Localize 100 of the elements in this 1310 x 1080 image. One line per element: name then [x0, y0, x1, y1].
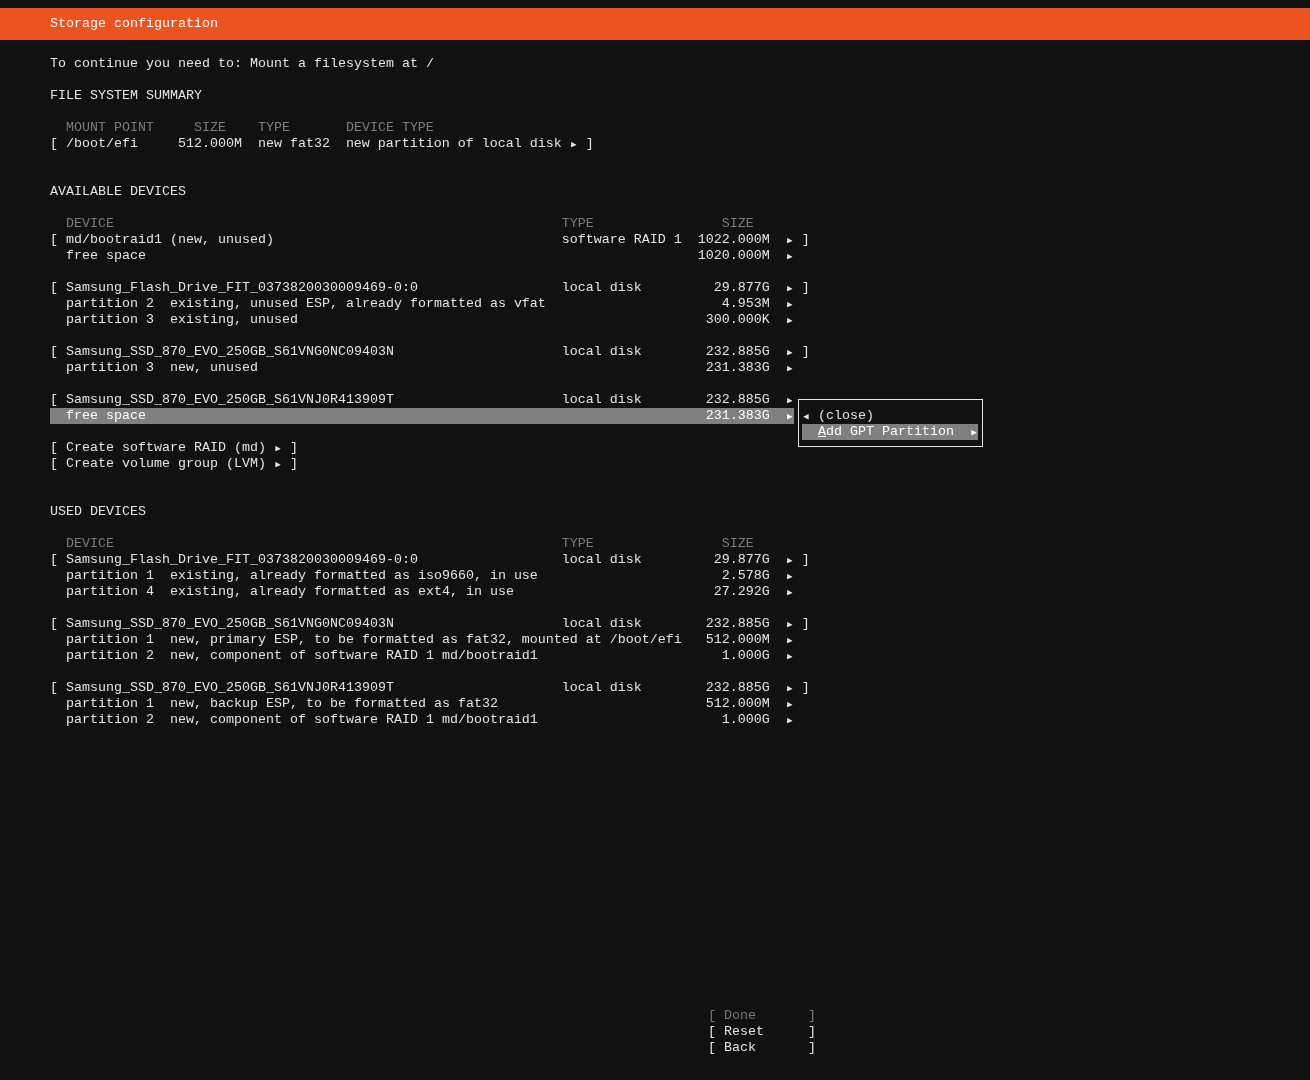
bracket: ]	[801, 280, 810, 296]
table-cell-text: partition 2	[66, 648, 155, 664]
section-heading: AVAILABLE DEVICES	[50, 184, 186, 200]
table-cell-text: new, component of software RAID 1 md/bootraid1	[169, 648, 539, 664]
arrow-icon: ▶	[569, 136, 578, 152]
arrow-icon: ▶	[785, 552, 794, 568]
table-cell-text: Samsung_SSD_870_EVO_250GB_S61VNJ0R413909T	[66, 680, 395, 696]
arrow-icon: ▶	[785, 232, 794, 248]
column-header: DEVICE	[66, 216, 115, 232]
menu-item[interactable]: Add GPT Partition ▶	[802, 424, 978, 440]
device-row[interactable]: partition 4 existing, already formatted as ext4, in use 27.292G ▶	[50, 584, 794, 600]
column-header: MOUNT POINT	[66, 120, 155, 136]
table-cell-text: 4.953M	[720, 296, 770, 312]
device-row[interactable]: free space 231.383G ▶	[50, 408, 794, 424]
table-cell-text: 29.877G	[712, 552, 770, 568]
table-cell-text: Samsung_SSD_870_EVO_250GB_S61VNG0NC09403N	[66, 616, 395, 632]
device-row[interactable]: [ Samsung_SSD_870_EVO_250GB_S61VNJ0R413909T local disk 232.885G ▶	[50, 680, 794, 696]
device-row[interactable]: partition 1 existing, already formatted as iso9660, in use 2.578G ▶	[50, 568, 794, 584]
device-row[interactable]: partition 1 new, backup ESP, to be formatted as fat32 512.000M ▶	[50, 696, 794, 712]
arrow-icon: ▶	[785, 392, 794, 408]
menu-item[interactable]: ◀ (close)	[802, 408, 978, 424]
section-heading: USED DEVICES	[50, 504, 146, 520]
arrow-icon: ▶	[785, 296, 794, 312]
device-row[interactable]: partition 2 new, component of software RAID 1 md/bootraid1 1.000G ▶	[50, 712, 794, 728]
summary-row[interactable]: [ /boot/efi 512.000M new fat32 new partition of local disk ▶ ]	[50, 136, 594, 152]
device-row[interactable]: partition 3 new, unused 231.383G ▶	[50, 360, 794, 376]
device-row[interactable]: partition 3 existing, unused 300.000K ▶	[50, 312, 794, 328]
bracket: ]	[585, 136, 594, 152]
bracket: [	[50, 136, 59, 152]
table-cell-text: 232.885G	[704, 344, 770, 360]
table-cell-text: /boot/efi	[66, 136, 139, 152]
action-button[interactable]: [ Create volume group (LVM) ▶ ]	[50, 456, 298, 472]
device-row[interactable]: partition 1 new, primary ESP, to be formatted as fat32, mounted at /boot/efi 512.000M ▶	[50, 632, 794, 648]
table-cell-text: 232.885G	[704, 392, 770, 408]
column-header: TYPE	[257, 120, 291, 136]
table-cell-text: 1020.000M	[696, 248, 770, 264]
device-row[interactable]: free space 1020.000M ▶	[50, 248, 794, 264]
arrow-icon: ▶	[785, 584, 794, 600]
column-header: SIZE	[192, 120, 226, 136]
table-cell-text: md/bootraid1 (new, unused)	[66, 232, 275, 248]
column-header: TYPE	[561, 536, 595, 552]
column-header: SIZE	[720, 216, 754, 232]
device-row[interactable]: partition 2 existing, unused ESP, already formatted as vfat 4.953M ▶	[50, 296, 794, 312]
bracket: [	[50, 616, 59, 632]
footer-button[interactable]: [ Back ]	[708, 1040, 816, 1056]
arrow-icon: ▶	[785, 680, 794, 696]
bracket: ]	[801, 552, 810, 568]
table-cell-text: existing, already formatted as iso9660, in use	[169, 568, 539, 584]
action-button[interactable]: [ Create software RAID (md) ▶ ]	[50, 440, 298, 456]
table-cell-text: local disk	[561, 680, 643, 696]
table-cell-text: new fat32	[257, 136, 331, 152]
table-cell-text: new, primary ESP, to be formatted as fat32, mounted at /boot/efi	[169, 632, 683, 648]
device-row[interactable]: [ Samsung_SSD_870_EVO_250GB_S61VNJ0R413909T local disk 232.885G ▶	[50, 392, 794, 408]
table-cell-text: partition 3	[66, 312, 155, 328]
table-cell-text: Samsung_SSD_870_EVO_250GB_S61VNJ0R413909T	[66, 392, 395, 408]
device-row[interactable]: [ Samsung_SSD_870_EVO_250GB_S61VNG0NC09403N local disk 232.885G ▶	[50, 344, 794, 360]
table-cell-text: partition 2	[66, 296, 155, 312]
bracket: [	[50, 392, 59, 408]
table-cell-text: 512.000M	[704, 696, 770, 712]
bracket: ]	[801, 232, 810, 248]
device-row[interactable]: [ Samsung_Flash_Drive_FIT_0373820030009469-0:0 local disk 29.877G ▶	[50, 280, 794, 296]
arrow-icon: ▶	[785, 616, 794, 632]
table-cell-text: local disk	[561, 552, 643, 568]
bracket: ]	[801, 344, 810, 360]
bracket: ]	[801, 616, 810, 632]
bracket: ]	[801, 680, 810, 696]
footer-button[interactable]: [ Reset ]	[708, 1024, 816, 1040]
bracket: [	[50, 680, 59, 696]
table-cell-text: 2.578G	[720, 568, 770, 584]
arrow-icon: ▶	[785, 568, 794, 584]
table-cell-text: free space	[66, 248, 147, 264]
device-row[interactable]: [ Samsung_Flash_Drive_FIT_0373820030009469-0:0 local disk 29.877G ▶	[50, 552, 794, 568]
table-cell-text: partition 1	[66, 632, 155, 648]
device-row[interactable]: [ Samsung_SSD_870_EVO_250GB_S61VNG0NC09403N local disk 232.885G ▶	[50, 616, 794, 632]
arrow-icon: ▶	[785, 312, 794, 328]
arrow-icon: ▶	[785, 712, 794, 728]
table-cell-text: Samsung_Flash_Drive_FIT_0373820030009469-0:0	[66, 552, 419, 568]
table-cell-text: 232.885G	[704, 616, 770, 632]
table-cell-text: 231.383G	[704, 360, 770, 376]
table-cell-text: 29.877G	[712, 280, 770, 296]
table-cell-text: 232.885G	[704, 680, 770, 696]
arrow-icon: ▶	[785, 248, 794, 264]
table-cell-text: local disk	[561, 616, 643, 632]
table-cell-text: local disk	[561, 280, 643, 296]
table-cell-text: 300.000K	[704, 312, 770, 328]
column-header: SIZE	[720, 536, 754, 552]
table-cell-text: 1.000G	[720, 648, 770, 664]
bracket: [	[50, 344, 59, 360]
table-cell-text: software RAID 1	[561, 232, 683, 248]
table-cell-text: 512.000M	[704, 632, 770, 648]
device-row[interactable]: [ md/bootraid1 (new, unused) software RAID 1 1022.000M ▶	[50, 232, 794, 248]
arrow-icon: ▶	[785, 280, 794, 296]
arrow-icon: ▶	[785, 648, 794, 664]
device-row[interactable]: partition 2 new, component of software RAID 1 md/bootraid1 1.000G ▶	[50, 648, 794, 664]
arrow-icon: ▶	[785, 696, 794, 712]
arrow-icon: ▶	[785, 344, 794, 360]
table-cell-text: partition 2	[66, 712, 155, 728]
table-cell-text: existing, already formatted as ext4, in use	[169, 584, 515, 600]
table-cell-text: free space	[66, 408, 147, 424]
table-cell-text: partition 4	[66, 584, 155, 600]
